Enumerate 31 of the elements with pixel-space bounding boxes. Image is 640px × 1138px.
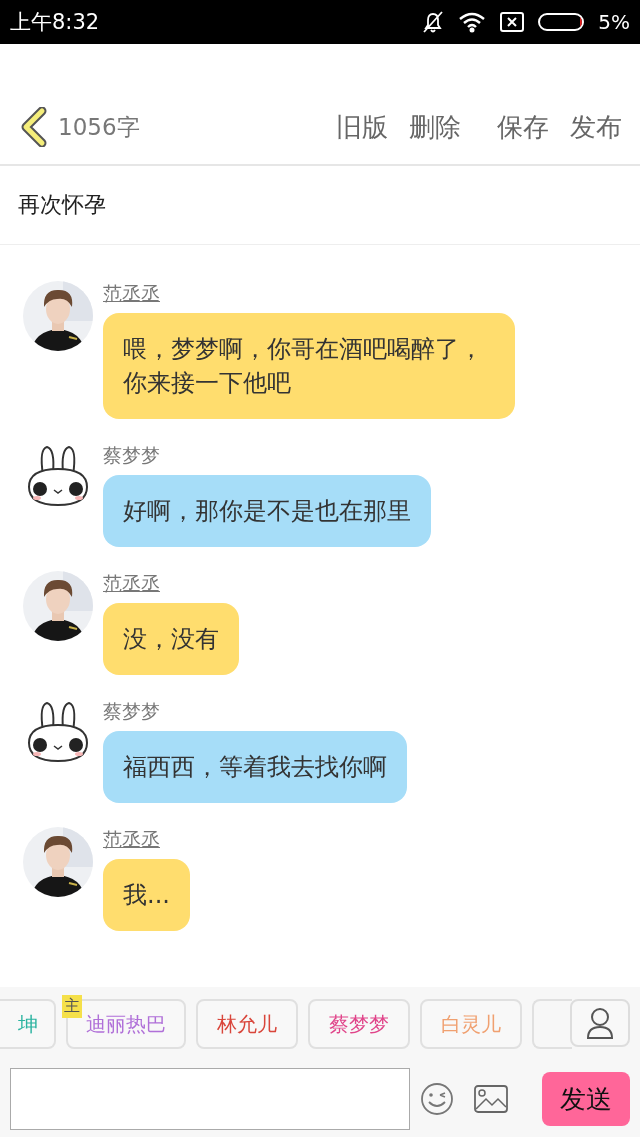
status-time: 上午8:32 xyxy=(10,9,101,36)
smiley-icon[interactable] xyxy=(420,1082,454,1116)
word-count: 1056字 xyxy=(58,112,141,142)
character-chip[interactable]: 坤 xyxy=(0,999,56,1049)
person-icon[interactable] xyxy=(570,999,630,1047)
sender-name[interactable]: 范丞丞 xyxy=(103,281,160,307)
sender-name[interactable]: 范丞丞 xyxy=(103,571,160,597)
message-bubble: 福西西，等着我去找你啊 xyxy=(103,731,407,803)
message-bubble: 没，没有 xyxy=(103,603,239,675)
sender-name[interactable]: 蔡梦梦 xyxy=(103,443,160,469)
header-action[interactable]: 发布 xyxy=(570,109,622,145)
sender-name[interactable]: 蔡梦梦 xyxy=(103,699,160,725)
message-bubble: 喂，梦梦啊，你哥在酒吧喝醉了，你来接一下他吧 xyxy=(103,313,515,419)
story-title: 再次怀孕 xyxy=(0,166,640,245)
battery-icon xyxy=(538,13,585,31)
header-action[interactable]: 保存 xyxy=(497,109,549,145)
image-icon[interactable] xyxy=(474,1085,508,1113)
header-action[interactable]: 删除 xyxy=(409,109,461,145)
character-chip[interactable]: 林允儿 xyxy=(196,999,298,1049)
message-bubble: 好啊，那你是不是也在那里 xyxy=(103,475,431,547)
sender-name[interactable]: 范丞丞 xyxy=(103,827,160,853)
character-chip[interactable]: 蔡梦梦 xyxy=(308,999,410,1049)
lead-badge: 主 xyxy=(62,995,82,1018)
message-bubble: 我... xyxy=(103,859,190,931)
muted-bell-icon xyxy=(422,10,445,34)
wifi-icon xyxy=(458,11,487,33)
send-button[interactable]: 发送 xyxy=(542,1072,630,1126)
battery-percent: 5% xyxy=(598,10,630,34)
header-action[interactable]: 旧版 xyxy=(336,109,388,145)
sim-icon xyxy=(500,12,525,32)
message-input[interactable] xyxy=(10,1068,410,1130)
